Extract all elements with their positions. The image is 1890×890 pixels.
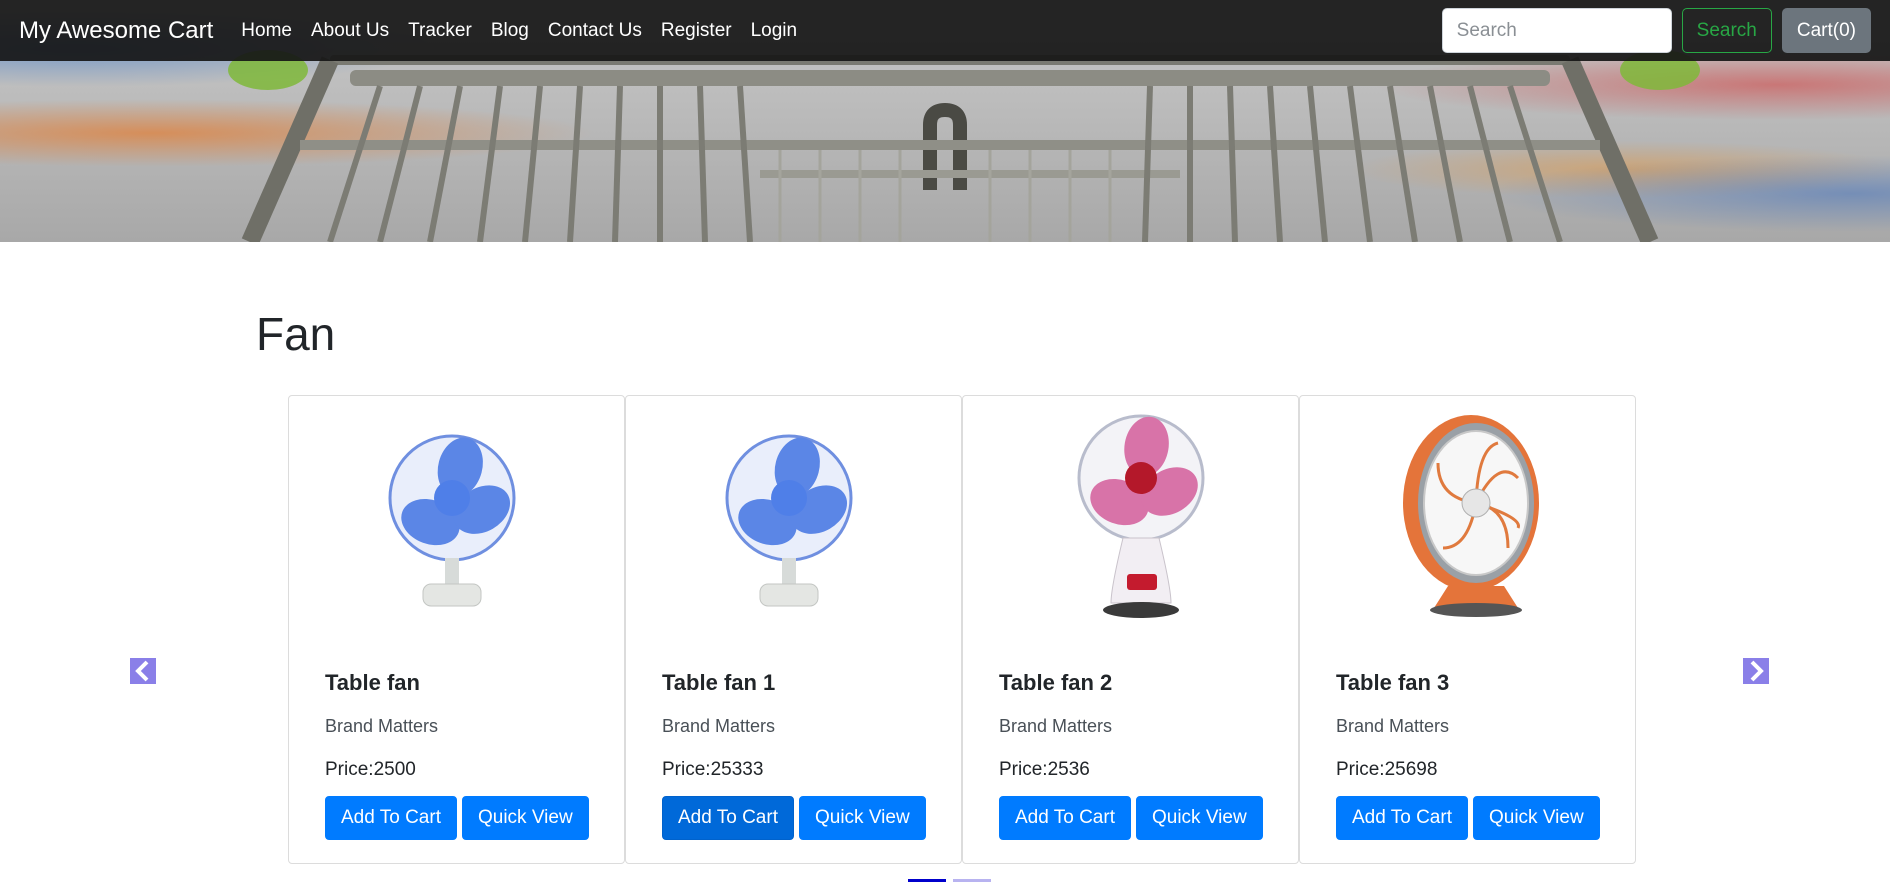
product-brand: Brand Matters	[325, 716, 439, 736]
product-card: Table fan 2 Brand Matters Price:2536 Add…	[962, 395, 1299, 864]
product-price: Price:25698	[1336, 759, 1438, 780]
product-title: Table fan	[325, 670, 420, 695]
product-title: Table fan 3	[1336, 670, 1450, 695]
orange-fan-image	[1403, 415, 1539, 617]
product-card: Table fan 1 Brand Matters Price:25333 Ad…	[625, 395, 962, 864]
quick-view-button[interactable]: Quick View	[798, 796, 926, 840]
product-price: Price:2536	[999, 759, 1090, 780]
quick-view-button[interactable]: Quick View	[1135, 796, 1263, 840]
nav-links: Home About Us Tracker Blog Contact Us Re…	[241, 20, 816, 42]
nav-link-home[interactable]: Home	[241, 20, 292, 42]
product-price: Price:25333	[662, 759, 764, 780]
product-actions: Add To Cart Quick View	[999, 796, 1268, 840]
pink-fan-image	[1077, 414, 1205, 618]
product-carousel: Table fan Brand Matters Price:2500 Add T…	[288, 395, 1636, 864]
cart-button[interactable]: Cart(0)	[1781, 8, 1871, 53]
blue-fan-image	[388, 434, 516, 607]
carousel-indicators	[908, 879, 998, 882]
product-title: Table fan 2	[999, 670, 1113, 695]
quick-view-button[interactable]: Quick View	[461, 796, 589, 840]
carousel-indicator-2[interactable]	[953, 879, 991, 882]
add-to-cart-button[interactable]: Add To Cart	[1336, 796, 1468, 840]
product-brand: Brand Matters	[662, 716, 776, 736]
nav-link-contact-us[interactable]: Contact Us	[548, 20, 642, 42]
product-actions: Add To Cart Quick View	[325, 796, 594, 840]
add-to-cart-button[interactable]: Add To Cart	[662, 796, 794, 840]
blue-fan-image	[725, 434, 853, 607]
search-button[interactable]: Search	[1681, 8, 1772, 53]
category-title: Fan	[256, 308, 336, 360]
product-card: Table fan 3 Brand Matters Price:25698 Ad…	[1299, 395, 1636, 864]
nav-link-register[interactable]: Register	[661, 20, 732, 42]
nav-link-about-us[interactable]: About Us	[311, 20, 389, 42]
add-to-cart-button[interactable]: Add To Cart	[999, 796, 1131, 840]
quick-view-button[interactable]: Quick View	[1472, 796, 1600, 840]
product-actions: Add To Cart Quick View	[1336, 796, 1605, 840]
product-price: Price:2500	[325, 759, 416, 780]
nav-link-blog[interactable]: Blog	[491, 20, 529, 42]
product-title: Table fan 1	[662, 670, 776, 695]
nav-link-login[interactable]: Login	[751, 20, 798, 42]
brand-logo[interactable]: My Awesome Cart	[19, 17, 213, 45]
nav-link-tracker[interactable]: Tracker	[408, 20, 472, 42]
product-brand: Brand Matters	[999, 716, 1113, 736]
product-card: Table fan Brand Matters Price:2500 Add T…	[288, 395, 625, 864]
carousel-indicator-1[interactable]	[908, 879, 946, 882]
product-actions: Add To Cart Quick View	[662, 796, 931, 840]
nav-search-form: Search Cart(0)	[1441, 8, 1871, 53]
navbar: My Awesome Cart Home About Us Tracker Bl…	[0, 0, 1890, 61]
product-brand: Brand Matters	[1336, 716, 1450, 736]
chevron-right-icon[interactable]	[1743, 658, 1769, 684]
add-to-cart-button[interactable]: Add To Cart	[325, 796, 457, 840]
chevron-left-icon[interactable]	[130, 658, 156, 684]
search-input[interactable]	[1441, 8, 1672, 53]
